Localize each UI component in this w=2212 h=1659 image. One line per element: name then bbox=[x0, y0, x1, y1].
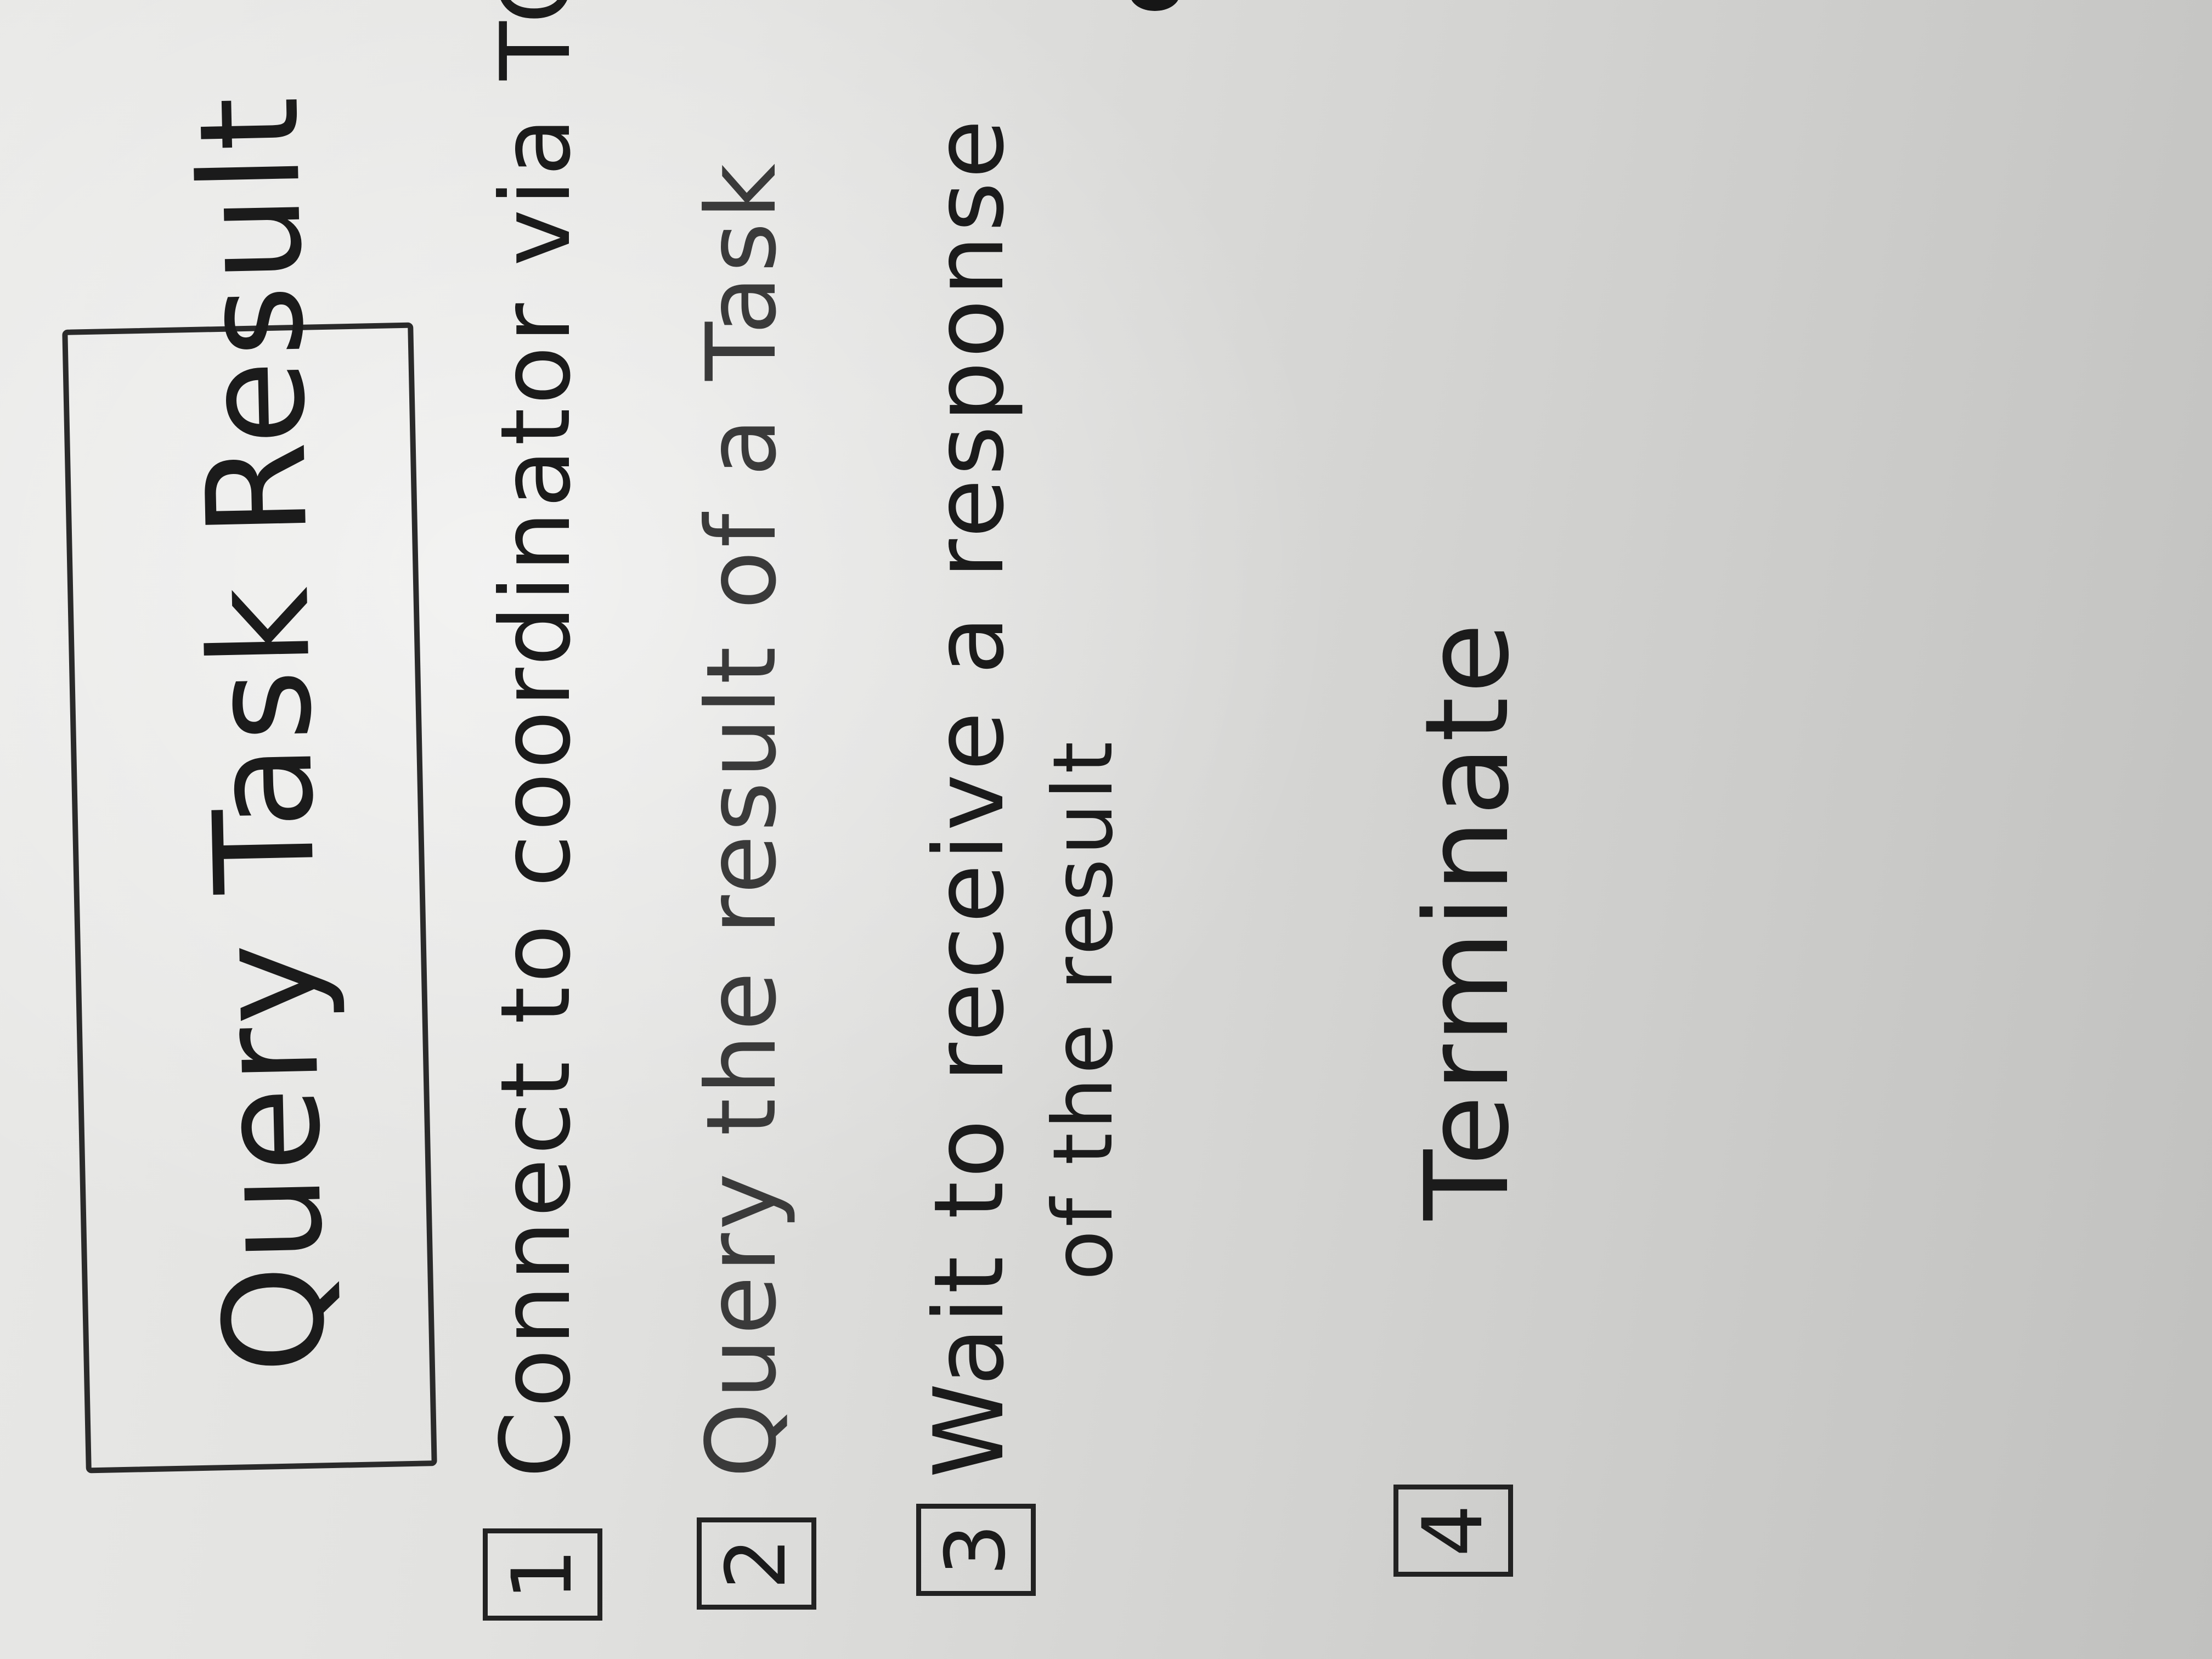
title-box: Query Task Result bbox=[62, 92, 437, 1474]
board-title: Query Task Result bbox=[169, 92, 356, 1375]
whiteboard-content: Query Task Result 1 Connect to coordinat… bbox=[0, 0, 2212, 1659]
step-number-box-1: 1 bbox=[483, 1528, 602, 1621]
step-text-1: Connect to coordinator via TCP/IP bbox=[481, 0, 592, 1478]
step-text-3-continuation: of the result bbox=[1036, 738, 1131, 1280]
step-text-3: Wait to receive a response bbox=[914, 116, 1025, 1478]
step-number-box-4: 4 bbox=[1393, 1485, 1513, 1577]
step-number-box-3: 3 bbox=[916, 1504, 1036, 1596]
step-text-4: Terminate bbox=[1400, 619, 1534, 1220]
step-text-2: Query the result of a Task bbox=[686, 160, 798, 1478]
step-number-box-2: 2 bbox=[697, 1517, 816, 1610]
whiteboard-photo: Query Task Result 1 Connect to coordinat… bbox=[0, 0, 2212, 1659]
